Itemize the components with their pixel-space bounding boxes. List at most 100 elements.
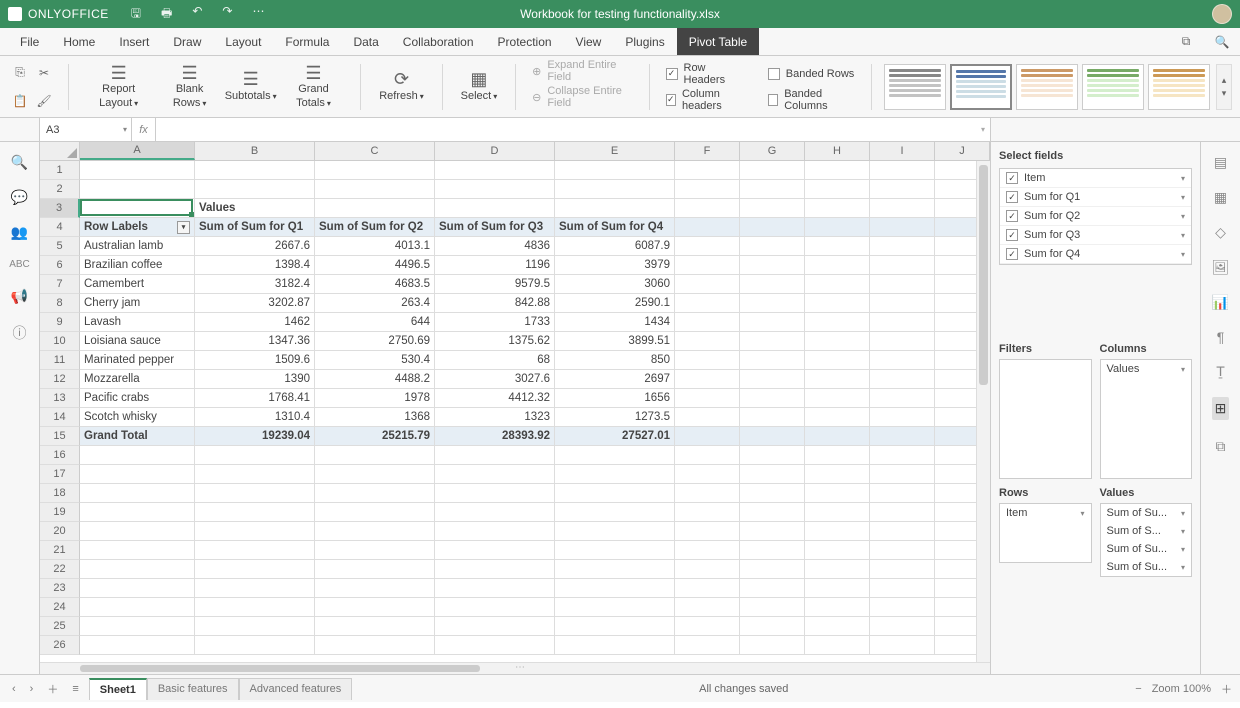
cell-C16[interactable] xyxy=(315,446,435,465)
cell-I1[interactable] xyxy=(870,161,935,180)
cell-E1[interactable] xyxy=(555,161,675,180)
col-header-B[interactable]: B xyxy=(195,142,315,160)
cell-A24[interactable] xyxy=(80,598,195,617)
cell-H10[interactable] xyxy=(805,332,870,351)
cell-I15[interactable] xyxy=(870,427,935,446)
table-settings-icon[interactable]: ▦ xyxy=(1214,189,1227,206)
cell-C10[interactable]: 2750.69 xyxy=(315,332,435,351)
col-header-C[interactable]: C xyxy=(315,142,435,160)
report-layout-button[interactable]: ☰Report Layout▾ xyxy=(81,61,157,111)
pivot-settings-icon[interactable]: ⊞ xyxy=(1212,397,1230,420)
cell-G2[interactable] xyxy=(740,180,805,199)
cell-C24[interactable] xyxy=(315,598,435,617)
cell-F11[interactable] xyxy=(675,351,740,370)
copy-icon[interactable]: ⎘ xyxy=(8,61,32,85)
pivot-style-4[interactable] xyxy=(1148,64,1210,110)
row-header-15[interactable]: 15 xyxy=(40,427,80,446)
about-icon[interactable]: ⓘ xyxy=(13,323,27,343)
cell-H23[interactable] xyxy=(805,579,870,598)
cell-F22[interactable] xyxy=(675,560,740,579)
more-icon[interactable]: ⋯ xyxy=(252,4,264,25)
cell-F14[interactable] xyxy=(675,408,740,427)
undo-icon[interactable]: ↶ xyxy=(192,4,202,25)
cell-H17[interactable] xyxy=(805,465,870,484)
row-header-4[interactable]: 4 xyxy=(40,218,80,237)
cell-F13[interactable] xyxy=(675,389,740,408)
zoom-out-icon[interactable]: − xyxy=(1135,683,1141,695)
cell-D14[interactable]: 1323 xyxy=(435,408,555,427)
cell-I12[interactable] xyxy=(870,370,935,389)
cell-E8[interactable]: 2590.1 xyxy=(555,294,675,313)
cell-I19[interactable] xyxy=(870,503,935,522)
columns-drop-area[interactable]: Values▾ xyxy=(1100,359,1193,479)
cell-F8[interactable] xyxy=(675,294,740,313)
cell-A25[interactable] xyxy=(80,617,195,636)
menu-draw[interactable]: Draw xyxy=(161,28,213,55)
cell-B9[interactable]: 1462 xyxy=(195,313,315,332)
cell-F21[interactable] xyxy=(675,541,740,560)
row-header-14[interactable]: 14 xyxy=(40,408,80,427)
cell-G14[interactable] xyxy=(740,408,805,427)
cell-G4[interactable] xyxy=(740,218,805,237)
field-sum-for-q2[interactable]: Sum for Q2▾ xyxy=(1000,207,1191,226)
cell-E15[interactable]: 27527.01 xyxy=(555,427,675,446)
row-header-17[interactable]: 17 xyxy=(40,465,80,484)
cell-G8[interactable] xyxy=(740,294,805,313)
col-header-E[interactable]: E xyxy=(555,142,675,160)
cell-H20[interactable] xyxy=(805,522,870,541)
cell-C6[interactable]: 4496.5 xyxy=(315,256,435,275)
cell-A13[interactable]: Pacific crabs xyxy=(80,389,195,408)
area-item[interactable]: Sum of Su...▾ xyxy=(1101,558,1192,576)
cell-C11[interactable]: 530.4 xyxy=(315,351,435,370)
cell-I2[interactable] xyxy=(870,180,935,199)
cell-I26[interactable] xyxy=(870,636,935,655)
add-sheet-icon[interactable]: ＋ xyxy=(43,681,62,697)
refresh-button[interactable]: ⟳Refresh▾ xyxy=(373,68,430,105)
cell-H15[interactable] xyxy=(805,427,870,446)
cell-A26[interactable] xyxy=(80,636,195,655)
pivot-style-0[interactable] xyxy=(884,64,946,110)
cell-I18[interactable] xyxy=(870,484,935,503)
cell-G3[interactable] xyxy=(740,199,805,218)
cell-D10[interactable]: 1375.62 xyxy=(435,332,555,351)
menu-collaboration[interactable]: Collaboration xyxy=(391,28,486,55)
pivot-style-3[interactable] xyxy=(1082,64,1144,110)
cell-C19[interactable] xyxy=(315,503,435,522)
cell-I10[interactable] xyxy=(870,332,935,351)
blank-rows-button[interactable]: ☰Blank Rows▾ xyxy=(156,61,222,111)
zoom-level[interactable]: Zoom 100% xyxy=(1152,683,1211,695)
cell-I5[interactable] xyxy=(870,237,935,256)
row-headers-checkbox[interactable]: Row Headers xyxy=(662,63,754,85)
cell-D17[interactable] xyxy=(435,465,555,484)
cell-D5[interactable]: 4836 xyxy=(435,237,555,256)
cell-F17[interactable] xyxy=(675,465,740,484)
cell-C17[interactable] xyxy=(315,465,435,484)
cell-D15[interactable]: 28393.92 xyxy=(435,427,555,446)
cell-E18[interactable] xyxy=(555,484,675,503)
cell-H24[interactable] xyxy=(805,598,870,617)
cell-D24[interactable] xyxy=(435,598,555,617)
cell-I13[interactable] xyxy=(870,389,935,408)
cell-B10[interactable]: 1347.36 xyxy=(195,332,315,351)
cell-A9[interactable]: Lavash xyxy=(80,313,195,332)
cell-F19[interactable] xyxy=(675,503,740,522)
cell-H9[interactable] xyxy=(805,313,870,332)
cell-E22[interactable] xyxy=(555,560,675,579)
cell-H13[interactable] xyxy=(805,389,870,408)
cell-E13[interactable]: 1656 xyxy=(555,389,675,408)
cell-A17[interactable] xyxy=(80,465,195,484)
row-header-26[interactable]: 26 xyxy=(40,636,80,655)
row-header-18[interactable]: 18 xyxy=(40,484,80,503)
row-header-6[interactable]: 6 xyxy=(40,256,80,275)
cell-F23[interactable] xyxy=(675,579,740,598)
cell-H3[interactable] xyxy=(805,199,870,218)
cell-I7[interactable] xyxy=(870,275,935,294)
pivot-style-1[interactable] xyxy=(950,64,1012,110)
cell-A7[interactable]: Camembert xyxy=(80,275,195,294)
cell-I3[interactable] xyxy=(870,199,935,218)
cell-B15[interactable]: 19239.04 xyxy=(195,427,315,446)
row-header-23[interactable]: 23 xyxy=(40,579,80,598)
cell-G25[interactable] xyxy=(740,617,805,636)
cell-A20[interactable] xyxy=(80,522,195,541)
cell-D22[interactable] xyxy=(435,560,555,579)
